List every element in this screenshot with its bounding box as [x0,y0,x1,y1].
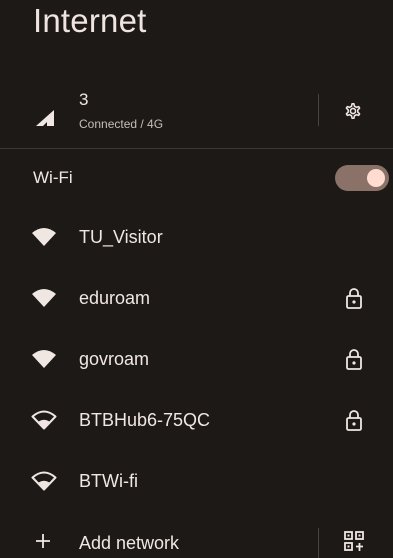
section-divider [0,148,393,149]
page-title: Internet [33,2,147,39]
divider [318,528,319,558]
cellular-signal-icon [36,110,54,126]
qr-code-scan-icon[interactable] [343,530,365,554]
network-name: TU_Visitor [79,227,163,247]
wifi-outline-icon [31,410,57,430]
wifi-full-icon [32,350,56,368]
lock-icon [346,410,362,431]
carrier-name: 3 [79,90,89,109]
network-item[interactable]: BTBHub6-75QC [0,391,393,452]
gear-icon [345,102,361,120]
network-item[interactable]: govroam [0,330,393,391]
wifi-label: Wi-Fi [33,168,73,187]
network-item[interactable]: BTWi-fi [0,452,393,513]
network-item[interactable]: eduroam [0,269,393,330]
mobile-network-row[interactable]: 3 Connected / 4G [0,84,393,148]
network-name: BTWi-fi [79,471,138,491]
wifi-toggle-row[interactable]: Wi-Fi [0,158,393,200]
toggle-knob [367,169,385,187]
mobile-settings-button[interactable] [339,97,367,125]
network-name: BTBHub6-75QC [79,410,211,430]
wifi-outline-icon [31,471,57,491]
lock-icon [346,288,362,309]
wifi-toggle[interactable] [335,165,389,191]
network-list: TU_Visitor eduroam govroam BTBHub6-75QC [0,208,393,513]
add-network-row[interactable]: Add network [0,518,393,558]
wifi-full-icon [32,289,56,307]
network-item[interactable]: TU_Visitor [0,208,393,269]
network-name: govroam [79,349,150,369]
plus-icon [36,534,50,548]
add-network-label: Add network [79,533,180,553]
wifi-full-icon [32,228,56,246]
carrier-status: Connected / 4G [79,117,164,131]
network-name: eduroam [79,288,151,308]
lock-icon [346,349,362,370]
divider [318,94,319,126]
